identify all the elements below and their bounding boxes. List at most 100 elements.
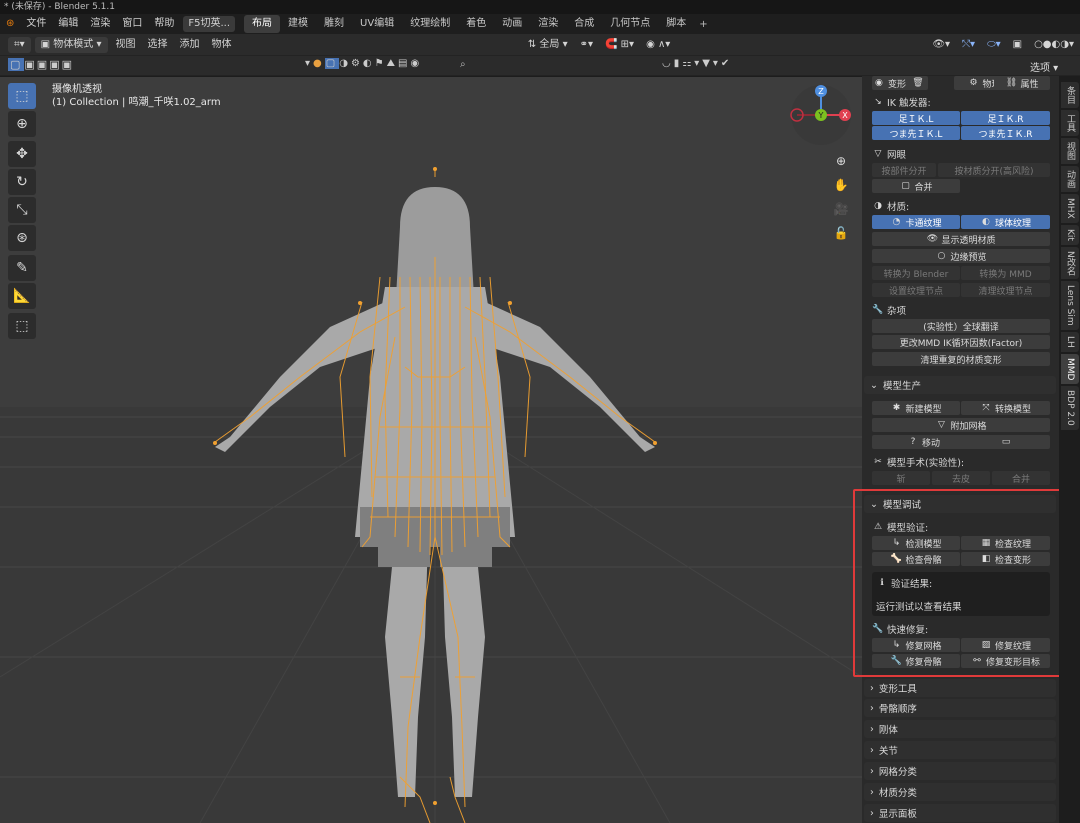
tab-tool[interactable]: 工具 — [1061, 110, 1079, 136]
edge-preview-button[interactable]: ○ 边缘预览 — [872, 249, 1050, 263]
transform-tool-icon[interactable]: ⊛ — [8, 225, 36, 251]
tab-lens-sim[interactable]: Lens Sim — [1061, 281, 1079, 331]
ik-foot-r-button[interactable]: 足ＩＫ.R — [961, 111, 1050, 125]
f5-switch-button[interactable]: F5切英... — [183, 16, 236, 32]
clean-morphs-button[interactable]: 清理重复的材质变形 — [872, 352, 1050, 366]
move-tool-icon[interactable]: ✥ — [8, 141, 36, 167]
rotate-tool-icon[interactable]: ↻ — [8, 169, 36, 195]
camera-view-icon[interactable]: 🎥 — [830, 198, 852, 220]
tab-geometry-nodes[interactable]: 几何节点 — [602, 15, 658, 33]
ik-toe-l-button[interactable]: つま先ＩＫ.L — [872, 126, 960, 140]
tab-texture-paint[interactable]: 纹理绘制 — [402, 15, 458, 33]
measure-tool-icon[interactable]: 📐 — [8, 283, 36, 309]
tab-item[interactable]: 条目 — [1061, 82, 1079, 108]
filter-icons[interactable]: ▾●▢◑⚙◐⚑⛰▤◉ — [305, 58, 422, 69]
section-material-sorting[interactable]: › 材质分类 — [864, 783, 1056, 801]
tab-mmd[interactable]: MMD — [1061, 353, 1079, 385]
tab-compositing[interactable]: 合成 — [566, 15, 602, 33]
cursor-tool-icon[interactable]: ⊕ — [8, 111, 36, 137]
transform-orientation-select[interactable]: ⇅ 全局 ▾ — [522, 34, 574, 56]
annotate-tool-icon[interactable]: ✎ — [8, 255, 36, 281]
tab-layout[interactable]: 布局 — [244, 15, 281, 33]
convert-model-button[interactable]: ⤧ 转换模型 — [961, 401, 1050, 415]
sphere-texture-button[interactable]: ◐ 球体纹理 — [961, 215, 1050, 229]
attach-meshes-button[interactable]: ▽ 附加网格 — [872, 418, 1050, 432]
menu-file[interactable]: 文件 — [20, 14, 52, 34]
visibility-icon[interactable]: 👁▾ — [926, 34, 956, 56]
pan-hand-icon[interactable]: ✋ — [830, 174, 852, 196]
menu-object[interactable]: 物体 — [206, 34, 238, 56]
menu-edit[interactable]: 编辑 — [52, 14, 84, 34]
model-production-header[interactable]: ⌄ 模型生产 — [864, 376, 1056, 394]
tab-lh[interactable]: LH — [1061, 332, 1079, 352]
shading-modes-icon[interactable]: ○●◐◑▾ — [1028, 34, 1080, 56]
tab-scripting[interactable]: 脚本 — [658, 15, 694, 33]
overlay-toggle-icon[interactable]: ⬭▾ — [981, 34, 1007, 56]
setup-texture-nodes-button[interactable]: 设置纹理节点 — [872, 283, 960, 297]
section-joints[interactable]: › 关节 — [864, 741, 1056, 759]
menu-help[interactable]: 帮助 — [148, 14, 180, 34]
tab-animation[interactable]: 动画 — [494, 15, 530, 33]
tab-modeling[interactable]: 建模 — [280, 15, 316, 33]
move-button[interactable]: ? 移动 ▭ — [872, 435, 1050, 449]
select-mode-icons[interactable]: ▢ ▣▣▣▣ — [8, 58, 74, 71]
new-model-button[interactable]: ✱ 新建模型 — [872, 401, 960, 415]
blender-logo-icon[interactable]: ⊛ — [0, 14, 20, 34]
tab-mhx[interactable]: MHX — [1061, 194, 1079, 223]
menu-view[interactable]: 视图 — [110, 34, 142, 56]
menu-window[interactable]: 窗口 — [116, 14, 148, 34]
menu-render[interactable]: 渲染 — [84, 14, 116, 34]
separate-by-part-button[interactable]: 按部件分开 — [872, 163, 936, 177]
proportional-edit-icon[interactable]: ◉ ∧▾ — [640, 34, 676, 56]
menu-add[interactable]: 添加 — [174, 34, 206, 56]
property-button[interactable]: ⛓ 属性 — [994, 76, 1050, 90]
shape-key-button[interactable]: ◉ 变形 🗑 — [872, 76, 928, 90]
tab-view[interactable]: 视图 — [1061, 138, 1079, 164]
zoom-icon[interactable]: ⊕ — [830, 150, 852, 172]
chop-button[interactable]: 斩 — [872, 471, 930, 485]
add-cube-tool-icon[interactable]: ⬚ — [8, 313, 36, 339]
tab-sculpting[interactable]: 雕刻 — [316, 15, 352, 33]
section-display-panel[interactable]: › 显示面板 — [864, 804, 1056, 822]
merge-button[interactable]: 合并 — [992, 471, 1050, 485]
chevron-down-icon: ⌄ — [870, 379, 878, 391]
options-dropdown[interactable]: 选项 ▾ — [1030, 59, 1058, 74]
add-workspace-button[interactable]: + — [694, 19, 712, 30]
filter-right-icons[interactable]: ◡▮⚏▾▼▾✔ — [662, 58, 732, 69]
ik-loop-factor-button[interactable]: 更改MMD IK循环因数(Factor) — [872, 335, 1050, 349]
xray-toggle-icon[interactable]: ▣ — [1007, 34, 1028, 56]
separate-by-material-button[interactable]: 按材质分开(高风险) — [938, 163, 1050, 177]
global-translate-button[interactable]: (实验性）全球翻译 — [872, 319, 1050, 333]
section-bone-order[interactable]: › 骨骼顺序 — [864, 699, 1056, 717]
lock-icon[interactable]: 🔓 — [830, 222, 852, 244]
gizmo-toggle-icon[interactable]: ⤲▾ — [956, 34, 981, 56]
tab-animation[interactable]: 动画 — [1061, 166, 1079, 192]
tab-uv-editing[interactable]: UV编辑 — [352, 15, 402, 33]
clean-texture-nodes-button[interactable]: 清理纹理节点 — [961, 283, 1050, 297]
pivot-icon[interactable]: ⚭▾ — [574, 34, 599, 56]
tab-kit[interactable]: Kit — [1061, 224, 1079, 245]
convert-mmd-button[interactable]: 转换为 MMD — [961, 266, 1050, 280]
3d-viewport[interactable]: 摄像机透视 (1) Collection | 鸣潮_千咲1.02_arm ⬚ ⊕… — [0, 77, 862, 823]
tab-rendering[interactable]: 渲染 — [530, 15, 566, 33]
scale-tool-icon[interactable]: ⤡ — [8, 197, 36, 223]
section-mesh-sorting[interactable]: › 网格分类 — [864, 762, 1056, 780]
toon-texture-button[interactable]: ◔ 卡通纹理 — [872, 215, 960, 229]
ik-toe-r-button[interactable]: つま先ＩＫ.R — [961, 126, 1050, 140]
join-button[interactable]: ▢ 合并 — [872, 179, 960, 193]
mode-select[interactable]: ▣ 物体模式 ▾ — [34, 36, 108, 53]
section-morph-tools[interactable]: › 变形工具 — [864, 679, 1056, 697]
peel-button[interactable]: 去皮 — [932, 471, 990, 485]
select-box-tool-icon[interactable]: ⬚ — [8, 83, 36, 109]
editor-type-icon[interactable]: ⌗▾ — [8, 36, 31, 53]
tab-bdp[interactable]: BDP 2.0 — [1061, 386, 1079, 430]
section-rigid-body[interactable]: › 刚体 — [864, 720, 1056, 738]
ik-foot-l-button[interactable]: 足ＩＫ.L — [872, 111, 960, 125]
tab-shading[interactable]: 着色 — [458, 15, 494, 33]
convert-blender-button[interactable]: 转换为 Blender — [872, 266, 960, 280]
menu-select[interactable]: 选择 — [142, 34, 174, 56]
tab-n-rename[interactable]: N改名 — [1061, 246, 1079, 280]
navigation-gizmo[interactable]: Z Y X — [786, 79, 856, 149]
snap-icon[interactable]: 🧲 ⊞▾ — [599, 34, 640, 56]
show-transparent-button[interactable]: 👁 显示透明材质 — [872, 232, 1050, 246]
